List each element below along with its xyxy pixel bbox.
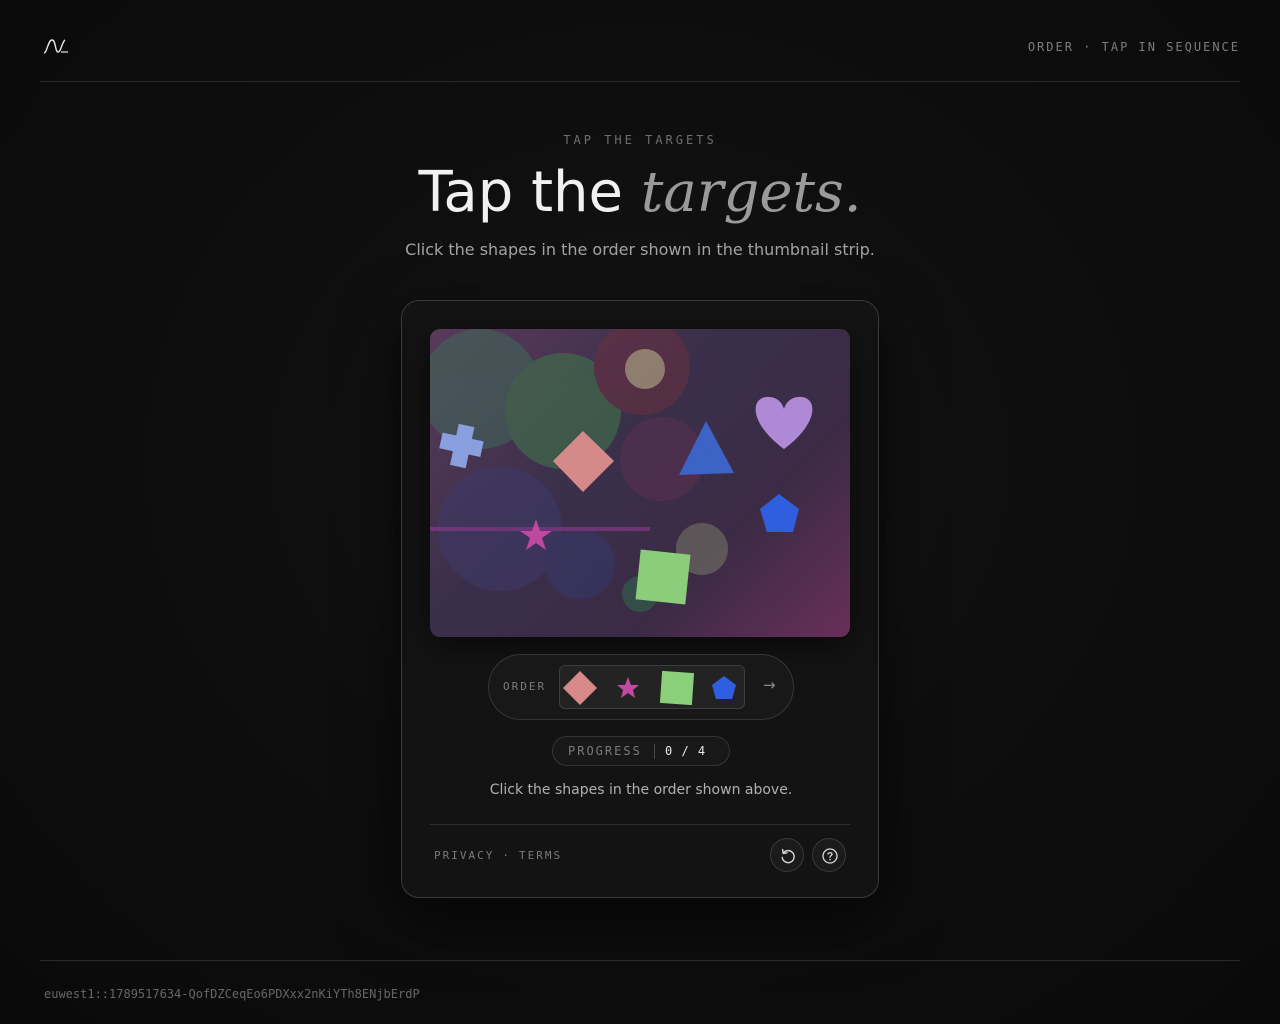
card-divider — [430, 824, 850, 825]
legal-links: PRIVACY · TERMS — [434, 849, 562, 862]
legal-separator: · — [502, 849, 511, 862]
footer-divider — [40, 960, 1240, 961]
progress-separator — [654, 744, 655, 759]
progress-value: 0 / 4 — [665, 744, 707, 758]
instructions: Click the shapes in the order shown abov… — [489, 782, 793, 798]
order-thumbnail-strip — [559, 665, 745, 709]
progress-indicator: PROGRESS 0 / 4 — [552, 736, 730, 766]
challenge-card: ORDER → PROGRESS 0 / 4 Click the shapes … — [401, 300, 879, 898]
order-item-square — [659, 670, 695, 706]
order-item-diamond — [563, 671, 597, 705]
order-strip-pill: ORDER → — [488, 654, 794, 720]
header-tag: ORDER · TAP IN SEQUENCE — [1027, 40, 1240, 54]
reload-button[interactable] — [770, 838, 804, 872]
top-bar: ORDER · TAP IN SEQUENCE — [40, 0, 1240, 82]
terms-link[interactable]: TERMS — [519, 849, 562, 862]
help-icon — [822, 848, 838, 864]
reload-icon — [781, 848, 795, 864]
order-label: ORDER — [503, 680, 547, 693]
page-title: Tap the targets. — [0, 158, 1280, 228]
order-item-pentagon — [712, 676, 736, 699]
challenge-canvas[interactable] — [430, 329, 850, 637]
eyebrow: TAP THE TARGETS — [563, 133, 717, 147]
page-subtitle: Click the shapes in the order shown in t… — [405, 240, 875, 259]
session-id: euwest1::1789517634-QofDZCeqEo6PDXxx2nKi… — [44, 987, 420, 1001]
title-plain: Tap the — [418, 160, 623, 225]
progress-label: PROGRESS — [568, 744, 642, 758]
order-arrow-icon: → — [763, 676, 776, 694]
title-emphasis: targets. — [640, 160, 862, 225]
help-button[interactable] — [812, 838, 846, 872]
order-item-star — [617, 677, 639, 698]
wave-logo-icon[interactable] — [43, 36, 69, 56]
privacy-link[interactable]: PRIVACY — [434, 849, 494, 862]
